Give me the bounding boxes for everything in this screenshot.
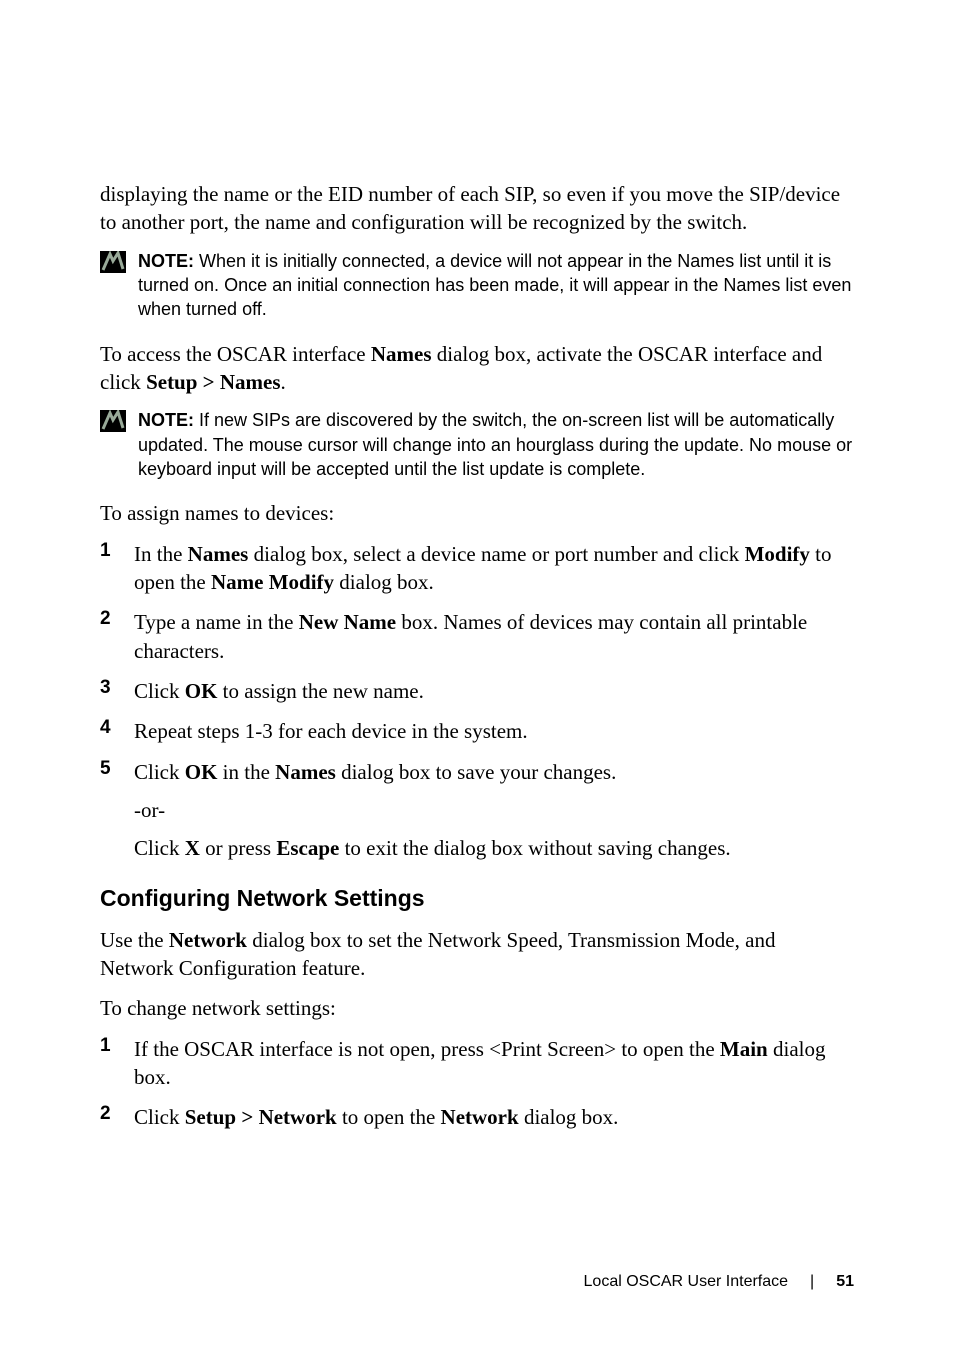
bold-text: X [185, 836, 200, 860]
bold-text: Main [720, 1037, 768, 1061]
note-body: If new SIPs are discovered by the switch… [138, 410, 852, 479]
or-text: -or- [134, 796, 731, 824]
text-fragment: . [281, 370, 286, 394]
list-item: 3 Click OK to assign the new name. [100, 677, 854, 705]
note-text-2: NOTE: If new SIPs are discovered by the … [138, 408, 854, 481]
access-paragraph: To access the OSCAR interface Names dial… [100, 340, 854, 397]
note-block-1: NOTE: When it is initially connected, a … [100, 249, 854, 322]
list-item: 4 Repeat steps 1-3 for each device in th… [100, 717, 854, 745]
step-body: Click OK to assign the new name. [134, 677, 424, 705]
text-fragment: Use the [100, 928, 169, 952]
text-fragment: to assign the new name. [217, 679, 423, 703]
step-body: In the Names dialog box, select a device… [134, 540, 854, 597]
text-fragment: or press [200, 836, 276, 860]
text-fragment: To access the OSCAR interface [100, 342, 371, 366]
note-block-2: NOTE: If new SIPs are discovered by the … [100, 408, 854, 481]
step-number: 5 [100, 758, 134, 780]
alt-text: Click X or press Escape to exit the dial… [134, 834, 731, 862]
bold-text: OK [185, 760, 218, 784]
bold-text: Escape [276, 836, 339, 860]
step-body: Repeat steps 1-3 for each device in the … [134, 717, 528, 745]
step-body: Type a name in the New Name box. Names o… [134, 608, 854, 665]
step-body: If the OSCAR interface is not open, pres… [134, 1035, 854, 1092]
steps-list-1: 1 In the Names dialog box, select a devi… [100, 540, 854, 863]
text-fragment: in the [217, 760, 275, 784]
text-fragment: dialog box. [334, 570, 434, 594]
note-label: NOTE: [138, 251, 194, 271]
section-heading-network: Configuring Network Settings [100, 885, 854, 912]
step-body: Click Setup > Network to open the Networ… [134, 1103, 618, 1131]
bold-text: Network [169, 928, 247, 952]
step-number: 2 [100, 1103, 134, 1125]
footer-separator: | [810, 1273, 814, 1291]
change-paragraph: To change network settings: [100, 994, 854, 1022]
note-icon [100, 410, 126, 432]
step-number: 3 [100, 677, 134, 699]
text-fragment: In the [134, 542, 188, 566]
bold-text: New Name [299, 610, 396, 634]
steps-list-2: 1 If the OSCAR interface is not open, pr… [100, 1035, 854, 1132]
bold-text: Names [275, 760, 336, 784]
text-fragment: Click [134, 1105, 185, 1129]
intro-paragraph: displaying the name or the EID number of… [100, 180, 854, 237]
step-body: Click OK in the Names dialog box to save… [134, 758, 731, 863]
text-fragment: dialog box, select a device name or port… [248, 542, 744, 566]
footer-page-number: 51 [836, 1273, 854, 1291]
text-fragment: to exit the dialog box without saving ch… [339, 836, 730, 860]
bold-names: Names [371, 342, 432, 366]
step-number: 1 [100, 540, 134, 562]
list-item: 2 Click Setup > Network to open the Netw… [100, 1103, 854, 1131]
text-fragment: Click [134, 760, 185, 784]
bold-text: Names [188, 542, 249, 566]
bold-text: Name Modify [211, 570, 334, 594]
bold-setup-names: Setup > Names [146, 370, 280, 394]
text-fragment: Click [134, 836, 185, 860]
list-item: 5 Click OK in the Names dialog box to sa… [100, 758, 854, 863]
step-number: 1 [100, 1035, 134, 1057]
text-fragment: Type a name in the [134, 610, 299, 634]
text-fragment: Click [134, 679, 185, 703]
list-item: 2 Type a name in the New Name box. Names… [100, 608, 854, 665]
step-number: 2 [100, 608, 134, 630]
bold-text: OK [185, 679, 218, 703]
step-number: 4 [100, 717, 134, 739]
bold-text: Setup > Network [185, 1105, 337, 1129]
assign-paragraph: To assign names to devices: [100, 499, 854, 527]
bold-text: Network [441, 1105, 519, 1129]
text-fragment: If the OSCAR interface is not open, pres… [134, 1037, 720, 1061]
note-body: When it is initially connected, a device… [138, 251, 851, 320]
page-container: displaying the name or the EID number of… [0, 0, 954, 1351]
text-fragment: to open the [337, 1105, 441, 1129]
bold-text: Modify [745, 542, 810, 566]
note-icon [100, 251, 126, 273]
note-label: NOTE: [138, 410, 194, 430]
page-footer: Local OSCAR User Interface | 51 [584, 1273, 854, 1291]
text-fragment: dialog box to save your changes. [336, 760, 617, 784]
list-item: 1 If the OSCAR interface is not open, pr… [100, 1035, 854, 1092]
footer-title: Local OSCAR User Interface [584, 1273, 789, 1291]
text-fragment: dialog box. [519, 1105, 619, 1129]
list-item: 1 In the Names dialog box, select a devi… [100, 540, 854, 597]
network-paragraph: Use the Network dialog box to set the Ne… [100, 926, 854, 983]
note-text-1: NOTE: When it is initially connected, a … [138, 249, 854, 322]
